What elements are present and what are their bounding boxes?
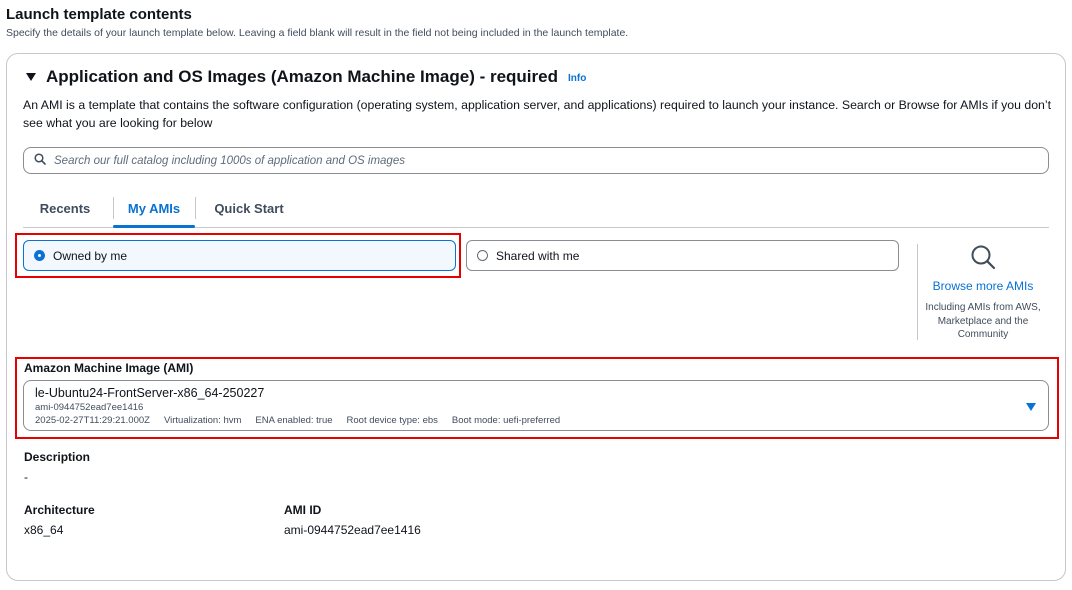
- section-header[interactable]: Application and OS Images (Amazon Machin…: [26, 67, 586, 87]
- ami-panel: [6, 53, 1066, 581]
- ami-id-value: ami-0944752ead7ee1416: [284, 523, 421, 537]
- shared-with-me-option[interactable]: Shared with me: [466, 240, 899, 271]
- ami-ena: ENA enabled: true: [255, 415, 333, 426]
- ami-boot-mode: Boot mode: uefi-preferred: [451, 415, 561, 426]
- section-title: Application and OS Images (Amazon Machin…: [46, 67, 558, 86]
- tab-recents[interactable]: Recents: [23, 190, 107, 226]
- ami-root-device: Root device type: ebs: [346, 415, 438, 426]
- ami-virtualization: Virtualization: hvm: [163, 415, 242, 426]
- tab-my-amis[interactable]: My AMIs: [113, 190, 195, 228]
- divider: [917, 244, 918, 340]
- section-description: An AMI is a template that contains the s…: [23, 98, 1052, 130]
- architecture-value: x86_64: [24, 523, 64, 537]
- dropdown-caret-icon[interactable]: [1026, 403, 1036, 411]
- browse-more-amis-link[interactable]: Browse more AMIs: [923, 279, 1043, 293]
- ami-id: ami-0944752ead7ee1416: [35, 402, 144, 413]
- caret-down-icon[interactable]: [26, 73, 36, 81]
- ami-field-label: Amazon Machine Image (AMI): [24, 361, 194, 375]
- page-title: Launch template contents: [6, 6, 192, 23]
- magnifier-icon[interactable]: [970, 245, 996, 274]
- ami-name: le-Ubuntu24-FrontServer-x86_64-250227: [35, 386, 265, 400]
- description-value: -: [24, 470, 28, 484]
- radio-selected-icon[interactable]: [34, 250, 45, 261]
- browse-more-amis[interactable]: Browse more AMIs Including AMIs from AWS…: [923, 244, 1043, 342]
- ami-id-label: AMI ID: [284, 503, 322, 517]
- search-input[interactable]: Search our full catalog including 1000s …: [23, 147, 1049, 174]
- architecture-label: Architecture: [24, 503, 95, 517]
- browse-description: Including AMIs from AWS, Marketplace and…: [925, 302, 1041, 340]
- owned-by-me-option[interactable]: Owned by me: [23, 240, 456, 271]
- tab-quick-start[interactable]: Quick Start: [201, 190, 297, 226]
- shared-with-me-label: Shared with me: [496, 248, 580, 263]
- search-icon: [34, 152, 46, 170]
- page-subtitle: Specify the details of your launch templ…: [6, 27, 629, 39]
- ami-tabs: Recents My AMIs Quick Start: [23, 190, 1049, 228]
- ami-created: 2025-02-27T11:29:21.000Z: [35, 415, 150, 426]
- owned-by-me-label: Owned by me: [53, 248, 128, 263]
- ami-select[interactable]: le-Ubuntu24-FrontServer-x86_64-250227 am…: [23, 380, 1049, 431]
- info-link[interactable]: Info: [568, 73, 586, 84]
- search-placeholder: Search our full catalog including 1000s …: [54, 154, 405, 167]
- description-label: Description: [24, 450, 91, 464]
- radio-unselected-icon[interactable]: [477, 250, 488, 261]
- tab-divider: [195, 197, 196, 219]
- ami-metadata: 2025-02-27T11:29:21.000Z Virtualization:…: [35, 415, 1048, 426]
